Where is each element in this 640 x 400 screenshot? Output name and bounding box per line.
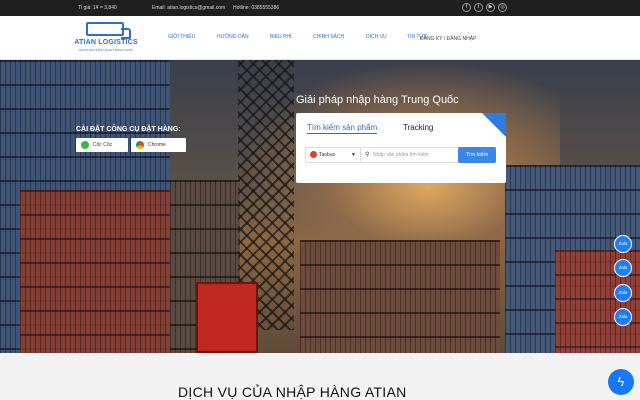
container-stack-center [300, 240, 500, 353]
nav-item-bieu-phi[interactable]: BIỂU PHÍ [270, 34, 291, 40]
chrome-icon [136, 141, 144, 149]
search-icon: ⚲ [365, 152, 370, 158]
chrome-button[interactable]: Chrome [131, 138, 186, 152]
zalo-chat-button-1[interactable]: Zalo [614, 235, 632, 253]
twitter-icon[interactable]: t [474, 3, 483, 12]
main-navbar: ATIAN LOGISTICS GIẢI PHÁP NHẬP HÀNG TRUN… [0, 16, 640, 60]
messenger-icon[interactable]: ϟ [608, 369, 634, 395]
search-card: Tìm kiếm sản phẩm Tracking Taobao ▼ ⚲ Tì… [296, 113, 506, 183]
truck-icon [86, 22, 131, 39]
zalo-chat-button-4[interactable]: Zalo [614, 308, 632, 326]
login-register-link[interactable]: ĐĂNG KÝ / ĐĂNG NHẬP [420, 36, 476, 42]
coccoc-label: Cốc Cốc [93, 142, 113, 148]
top-info-bar: Tỉ giá: 1¥ = 3,840 Email: atian.logistic… [0, 0, 640, 16]
zalo-chat-button-3[interactable]: Zalo [614, 284, 632, 302]
search-input[interactable] [373, 149, 455, 161]
nav-item-chinh-sach[interactable]: CHÍNH SÁCH [313, 34, 344, 40]
logo[interactable]: ATIAN LOGISTICS GIẢI PHÁP NHẬP HÀNG TRUN… [74, 22, 138, 56]
facebook-icon[interactable]: f [462, 3, 471, 12]
install-tools-title: CÀI ĐẶT CÔNG CỤ ĐẶT HÀNG: [76, 126, 181, 133]
coccoc-icon [81, 141, 89, 149]
search-button[interactable]: Tìm kiếm [458, 147, 496, 163]
contact-email[interactable]: Email: atian.logistics@gmail.com [152, 5, 225, 11]
chevron-down-icon: ▼ [351, 152, 356, 158]
chrome-label: Chrome [148, 142, 166, 148]
youtube-icon[interactable]: ▶ [486, 3, 495, 12]
tab-tracking[interactable]: Tracking [403, 123, 433, 132]
exchange-rate: Tỉ giá: 1¥ = 3,840 [78, 5, 117, 11]
zalo-chat-button-2[interactable]: Zalo [614, 259, 632, 277]
hero-title: Giải pháp nhập hàng Trung Quốc [296, 94, 459, 106]
container-stack-left-red [20, 190, 170, 353]
site-select-value: Taobao [319, 152, 336, 158]
site-select[interactable]: Taobao ▼ [306, 148, 361, 162]
nav-item-dich-vu[interactable]: DỊCH VỤ [366, 34, 387, 40]
card-corner-accent [482, 113, 506, 137]
nav-item-huong-dan[interactable]: HƯỚNG DẪN [217, 34, 249, 40]
tab-product-search[interactable]: Tìm kiếm sản phẩm [307, 123, 378, 134]
nav-item-gioi-thieu[interactable]: GIỚI THIỆU [168, 34, 195, 40]
coccoc-button[interactable]: Cốc Cốc [76, 138, 128, 152]
logo-name: ATIAN LOGISTICS [74, 39, 138, 46]
red-forklift [196, 282, 258, 353]
instagram-icon[interactable]: ◎ [498, 3, 507, 12]
search-bar: Taobao ▼ ⚲ Tìm kiếm [305, 147, 496, 163]
hotline[interactable]: Hotline: 0385555386 [233, 5, 279, 11]
services-title: DỊCH VỤ CỦA NHẬP HÀNG ATIAN [178, 384, 407, 400]
taobao-icon [310, 151, 317, 158]
logo-tagline: GIẢI PHÁP NHẬP HÀNG TRUNG QUỐC [78, 48, 134, 52]
